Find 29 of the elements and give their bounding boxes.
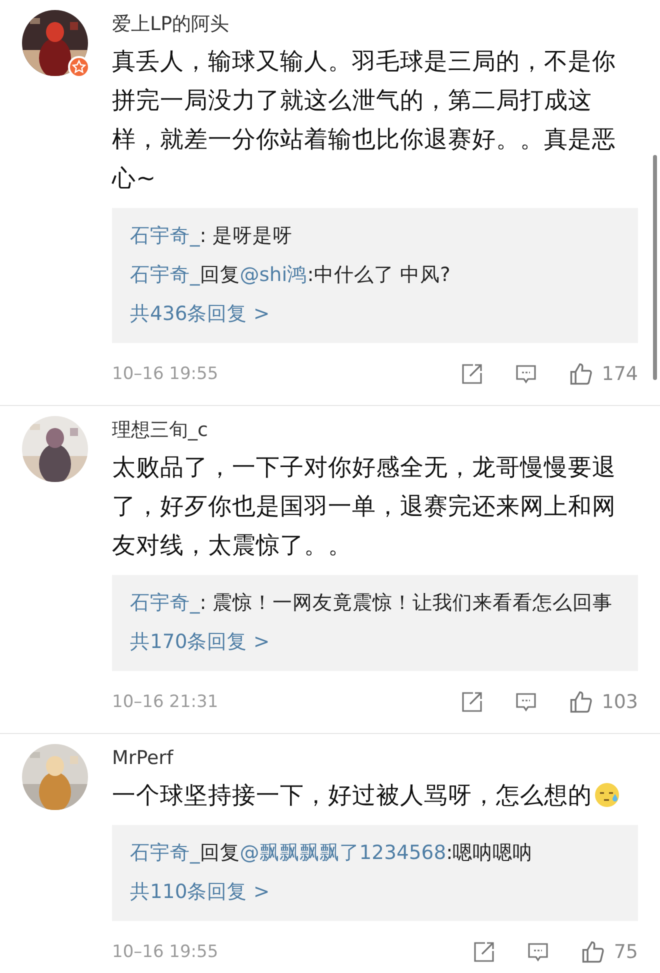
- user-name[interactable]: 理想三旬_c: [112, 416, 638, 444]
- reply-text: 石宇奇_回复@飘飘飘飘了1234568:嗯呐嗯呐: [130, 840, 534, 866]
- thumbs-up-icon: [568, 361, 594, 387]
- user-name[interactable]: MrPerf: [112, 744, 638, 772]
- comment-time: 10–16 19:55: [112, 364, 220, 384]
- more-replies-link[interactable]: 共170条回复 >: [130, 622, 270, 661]
- scrollbar[interactable]: [653, 155, 657, 380]
- comment-text: 真丢人，输球又输人。羽毛球是三局的，不是你拼完一局没力了就这么泄气的，第二局打成这样，就差一分你站着输也比你退赛好。。真是恶心~: [112, 46, 617, 194]
- like-button[interactable]: 174: [568, 361, 638, 387]
- more-replies-link[interactable]: 共436条回复 >: [130, 294, 270, 333]
- like-button[interactable]: 103: [568, 689, 638, 715]
- comment-time: 10–16 19:55: [112, 942, 220, 962]
- share-icon[interactable]: [460, 690, 484, 714]
- comment-time: 10–16 21:31: [112, 692, 220, 712]
- reply-text: 石宇奇_: 是呀是呀: [130, 223, 294, 249]
- comment-icon[interactable]: [526, 940, 550, 964]
- share-icon[interactable]: [472, 940, 496, 964]
- comment-text: 太败品了，一下子对你好感全无，龙哥慢慢要退了，好歹你也是国羽一单，退赛完还来网上和网友对线，太震惊了。。: [112, 452, 617, 561]
- comment-icon[interactable]: [514, 362, 538, 386]
- thumbs-up-icon: [568, 689, 594, 715]
- user-name[interactable]: 爱上LP的阿头: [112, 10, 638, 38]
- share-icon[interactable]: [460, 362, 484, 386]
- like-button[interactable]: 75: [580, 939, 638, 965]
- more-replies-link[interactable]: 共110条回复 >: [130, 872, 270, 911]
- reply-text: 石宇奇_: 震惊！一网友竟震惊！让我们来看看怎么回事: [130, 590, 614, 616]
- comment-icon[interactable]: [514, 690, 538, 714]
- reply-text: 石宇奇_回复@shi鸿:中什么了 中风?: [130, 262, 452, 288]
- comment-text: 一个球坚持接一下，好过被人骂呀，怎么想的: [112, 776, 638, 815]
- thumbs-up-icon: [580, 939, 606, 965]
